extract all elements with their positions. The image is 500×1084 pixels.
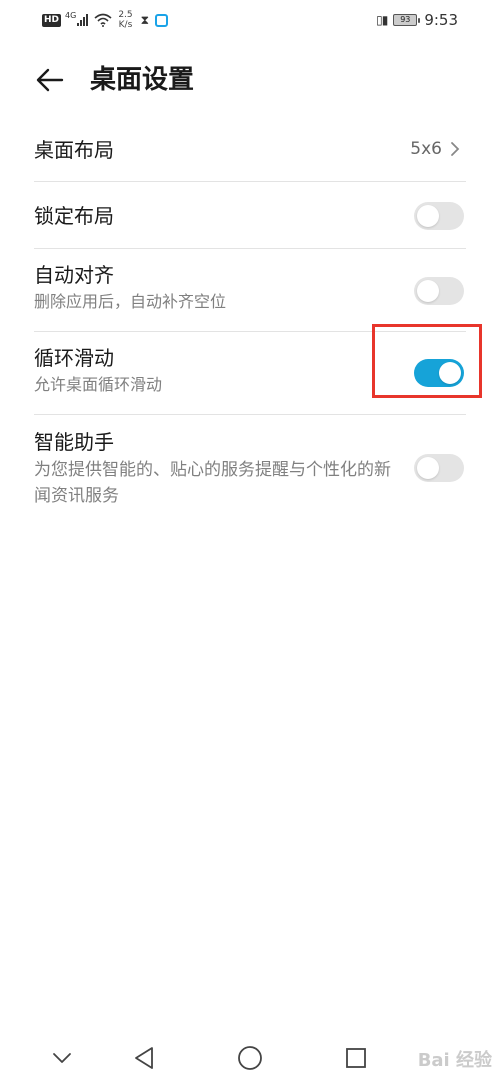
navigation-bar: Bai 经验 [0,1028,500,1084]
hourglass-icon: ⧗ [140,12,150,27]
toggle-knob [417,457,439,479]
setting-subtitle: 删除应用后，自动补齐空位 [34,292,227,311]
setting-title: 自动对齐 [34,263,114,287]
auto-align-toggle[interactable] [414,277,464,305]
page-title: 桌面设置 [90,65,195,95]
nav-back-button[interactable] [124,1038,164,1078]
toggle-knob [417,280,439,302]
setting-subtitle: 允许桌面循环滑动 [34,375,163,394]
square-recents-icon [346,1048,366,1068]
setting-lock-layout[interactable]: 锁定布局 [34,182,466,249]
speed-unit: K/s [118,20,133,30]
battery-level: 93 [400,15,411,24]
layout-value: 5x6 [410,139,442,159]
setting-title: 锁定布局 [34,204,114,228]
setting-subtitle: 为您提供智能的、贴心的服务提醒与个性化的新闻资讯服务 [34,460,391,506]
setting-title: 智能助手 [34,430,114,454]
nav-home-button[interactable] [230,1038,270,1078]
hide-nav-button[interactable] [42,1038,82,1078]
speed-value: 2.5 [118,10,133,20]
nav-recents-button[interactable] [336,1038,376,1078]
chevron-down-icon [53,1053,71,1063]
app-notification-icon [155,13,169,27]
status-left: HD 4G 2.5 K/s ⧗ [42,9,169,31]
signal-icon [77,14,89,26]
back-arrow-icon [36,68,64,92]
setting-title: 循环滑动 [34,346,114,370]
lock-layout-toggle[interactable] [414,202,464,230]
hd-badge: HD [42,13,62,27]
network-label: 4G [65,10,77,20]
wifi-icon [94,13,112,27]
setting-title: 桌面布局 [34,138,114,162]
status-right: ▯▮ 93 9:53 [376,9,458,31]
chevron-right-icon [451,142,460,156]
clock: 9:53 [424,11,458,29]
setting-value[interactable]: 5x6 [410,139,460,159]
highlight-box [372,324,482,398]
setting-desktop-layout[interactable]: 桌面布局 5x6 [34,120,466,182]
status-bar: HD 4G 2.5 K/s ⧗ ▯▮ 93 9:53 [0,0,500,40]
header: 桌面设置 [0,55,500,105]
setting-smart-assistant[interactable]: 智能助手 为您提供智能的、贴心的服务提醒与个性化的新闻资讯服务 [34,415,466,515]
setting-auto-align[interactable]: 自动对齐 删除应用后，自动补齐空位 [34,249,466,332]
settings-list: 桌面布局 5x6 锁定布局 自动对齐 删除应用后，自动补齐空位 循环滑动 允许桌… [34,120,466,515]
battery-icon: 93 [393,14,421,26]
back-button[interactable] [30,60,70,100]
smart-assistant-toggle[interactable] [414,454,464,482]
triangle-back-icon [135,1047,153,1069]
network-speed: 2.5 K/s [118,10,132,30]
vibrate-icon: ▯▮ [376,13,388,27]
toggle-knob [417,205,439,227]
watermark: Bai 经验 [417,1050,492,1071]
circle-home-icon [238,1046,262,1070]
